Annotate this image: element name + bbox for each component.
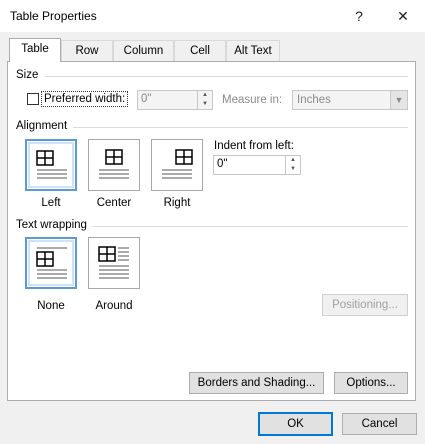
align-center-icon <box>99 149 129 179</box>
preferred-width-spinner[interactable]: ▲ ▼ <box>197 91 212 109</box>
spin-down-icon[interactable]: ▼ <box>198 100 212 109</box>
measure-in-select[interactable]: Inches ▼ <box>292 90 408 110</box>
tab-cell[interactable]: Cell <box>174 40 226 61</box>
borders-and-shading-button[interactable]: Borders and Shading... <box>189 372 324 394</box>
indent-from-left-input[interactable]: 0" ▲ ▼ <box>213 155 301 175</box>
chevron-down-icon[interactable]: ▼ <box>390 91 407 109</box>
preferred-width-input[interactable]: 0" ▲ ▼ <box>137 90 213 110</box>
positioning-button[interactable]: Positioning... <box>322 294 408 316</box>
tab-row[interactable]: Row <box>61 40 113 61</box>
align-right-icon <box>162 149 193 179</box>
align-center-option[interactable] <box>88 139 140 191</box>
indent-value: 0" <box>217 158 228 170</box>
spin-up-icon[interactable]: ▲ <box>286 156 300 165</box>
align-left-icon <box>36 150 67 179</box>
align-right-label: Right <box>163 197 191 209</box>
cancel-button[interactable]: Cancel <box>342 413 417 435</box>
wrap-around-icon <box>98 246 129 279</box>
wrap-none-label: None <box>37 300 65 312</box>
align-left-label: Left <box>41 197 61 209</box>
text-wrapping-divider <box>93 226 408 227</box>
tab-panel <box>7 61 416 401</box>
alignment-divider <box>73 127 408 128</box>
tab-alt-text[interactable]: Alt Text <box>226 40 280 61</box>
spin-down-icon[interactable]: ▼ <box>286 165 300 174</box>
preferred-width-value: 0" <box>141 93 152 105</box>
indent-spinner[interactable]: ▲ ▼ <box>285 156 300 174</box>
dialog-title: Table Properties <box>10 9 97 23</box>
alignment-heading: Alignment <box>16 120 68 132</box>
size-heading: Size <box>16 69 39 81</box>
indent-from-left-label: Indent from left: <box>214 140 294 152</box>
help-button[interactable]: ? <box>344 4 374 28</box>
align-right-option[interactable] <box>151 139 203 191</box>
wrap-around-label: Around <box>95 300 133 312</box>
align-center-label: Center <box>96 197 132 209</box>
options-button[interactable]: Options... <box>334 372 408 394</box>
preferred-width-checkbox[interactable] <box>27 93 39 105</box>
spin-up-icon[interactable]: ▲ <box>198 91 212 100</box>
wrap-around-option[interactable] <box>88 237 140 289</box>
wrap-none-icon <box>36 247 67 279</box>
text-wrapping-heading: Text wrapping <box>16 219 87 231</box>
measure-in-label: Measure in: <box>222 94 283 106</box>
tab-table[interactable]: Table <box>9 38 61 62</box>
measure-in-value: Inches <box>297 94 331 106</box>
close-button[interactable]: ✕ <box>388 4 418 28</box>
tab-column[interactable]: Column <box>113 40 174 61</box>
wrap-none-option[interactable] <box>25 237 77 289</box>
size-divider <box>45 76 408 77</box>
ok-button[interactable]: OK <box>258 412 333 436</box>
preferred-width-label[interactable]: Preferred width: <box>41 91 129 107</box>
align-left-option[interactable] <box>25 139 77 191</box>
